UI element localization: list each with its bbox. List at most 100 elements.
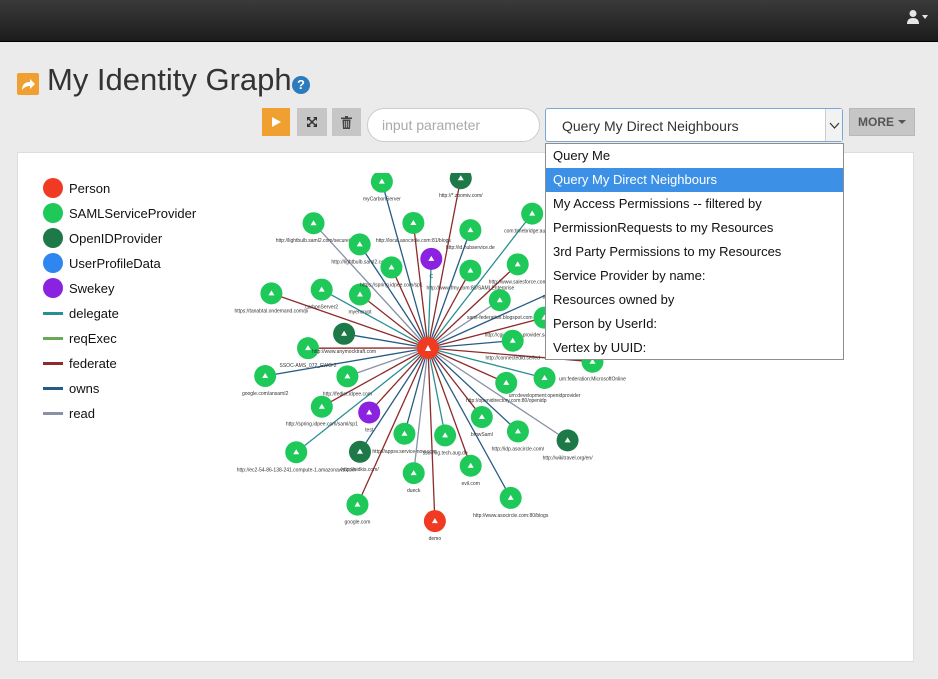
caret-down-icon [898, 120, 906, 124]
graph-node-openid[interactable]: http://www.anymocktraft.com [312, 322, 376, 355]
graph-node-openid[interactable]: http://*.zoomiv.com/ [439, 173, 483, 199]
query-option[interactable]: Query Me [546, 144, 843, 168]
graph-node-label: demo [429, 536, 442, 542]
graph-node-saml[interactable]: dueck [402, 462, 425, 494]
legend-label: Person [69, 180, 111, 196]
legend-node-swatch [43, 178, 63, 198]
legend-label: UserProfileData [69, 255, 161, 271]
graph-node-label: saml-federation.blogspot.com [467, 315, 533, 321]
query-option[interactable]: PermissionRequests to my Resources [546, 216, 843, 240]
user-icon[interactable] [907, 9, 929, 25]
graph-node-saml[interactable]: evil.com [459, 454, 482, 487]
legend-label: federate [69, 355, 117, 371]
graph-node-saml[interactable]: http://local.asocircle.com:81/blogs [376, 211, 452, 244]
legend-label: Swekey [69, 280, 115, 296]
query-select-value: Query My Direct Neighbours [562, 118, 739, 134]
chevron-down-icon[interactable] [825, 109, 842, 141]
query-option[interactable]: Person by UserId: [546, 312, 843, 336]
graph-node-label: evil.com [462, 481, 480, 487]
graph-node-label: myCarbonServer [363, 197, 401, 203]
graph-node-label: http://appsv.service-now.com [372, 449, 436, 455]
run-query-button[interactable] [262, 108, 290, 136]
query-option[interactable]: Query My Direct Neighbours [546, 168, 843, 192]
legend-item: federate [43, 353, 117, 373]
graph-node-label: dueck [407, 488, 421, 494]
legend-edge-swatch [43, 411, 63, 415]
more-button[interactable]: MORE [849, 108, 915, 136]
graph-node-label: https://tanabtal.ondemand.com/pi [234, 308, 308, 314]
query-option[interactable]: Service Provider by name: [546, 264, 843, 288]
page-title: My Identity Graph [47, 62, 292, 97]
legend-item: owns [43, 378, 99, 398]
fullscreen-button[interactable] [297, 108, 327, 136]
legend-item: reqExec [43, 328, 117, 348]
graph-edge [427, 299, 501, 349]
query-option[interactable]: My Access Permissions -- filtered by [546, 192, 843, 216]
legend-item: SAMLServiceProvider [43, 203, 196, 223]
graph-node-saml[interactable]: bmwSaml [470, 406, 493, 438]
query-dropdown-list: Query Me Query My Direct Neighbours My Acc… [545, 143, 844, 360]
graph-node-label: http://connectedid.se/fed [485, 356, 540, 362]
graph-node-label: http://www.asocircle.com:80/blogs [473, 513, 549, 519]
legend-label: OpenIDProvider [69, 230, 163, 246]
top-navbar [0, 0, 938, 42]
graph-node-label: http://local.asocircle.com:81/blogs [376, 238, 452, 244]
graph-node-label: http://*.zoomiv.com/ [439, 193, 483, 199]
graph-node-swekey[interactable]: test [358, 401, 381, 433]
legend-item: delegate [43, 303, 119, 323]
query-option[interactable]: 3rd Party Permissions to my Resources [546, 240, 843, 264]
query-select[interactable]: Query My Direct Neighbours [545, 108, 843, 142]
graph-node-label: http://spring.idpee.com/saml/sp1 [286, 422, 358, 428]
graph-node-saml[interactable]: http://ec2-54-86-138-241.compute-1.amazo… [237, 441, 356, 473]
graph-node-openid[interactable]: http://wikitravel.org/en/ [543, 429, 594, 461]
fullscreen-icon [307, 117, 317, 127]
legend-label: read [69, 405, 96, 421]
graph-node-saml[interactable]: http://www.asocircle.com:80/blogs [473, 486, 549, 519]
legend-label: owns [69, 380, 100, 396]
legend-edge-swatch [43, 311, 63, 315]
graph-node-label: http://ec2-54-86-138-241.compute-1.amazo… [237, 467, 356, 473]
legend-item: UserProfileData [43, 253, 161, 273]
graph-edge [359, 293, 429, 349]
graph-node-label: SSOC-AMS_072_EWG-2 [280, 363, 337, 369]
play-icon [272, 117, 281, 127]
graph-node-saml[interactable]: http://lightbulb.saml2.com/secureit [276, 212, 352, 244]
graph-node-label: http://openidirectory.com:80/openidp [466, 398, 547, 404]
graph-node-label: carbonServer2 [305, 305, 338, 311]
graph-node-label: http://idp.asocircle.com/ [492, 446, 545, 452]
legend-item: OpenIDProvider [43, 228, 162, 248]
graph-edge [427, 347, 436, 522]
graph-node-saml[interactable]: https://tanabtal.ondemand.com/pi [234, 282, 308, 314]
query-option[interactable]: Resources owned by [546, 288, 843, 312]
graph-node-saml[interactable]: google.com [345, 493, 371, 526]
graph-node-label: google.com [345, 520, 371, 526]
trash-icon [341, 115, 352, 129]
graph-node-saml[interactable]: http://idp.asocircle.com/ [492, 420, 545, 452]
clear-graph-button[interactable] [332, 108, 361, 136]
graph-node-label: http://wikitravel.org/en/ [543, 455, 594, 461]
graph-edge [427, 347, 483, 418]
help-icon[interactable]: ? [292, 76, 310, 94]
graph-node-saml[interactable]: carbonServer2 [305, 278, 338, 311]
graph-node-label: urn:federation:MicrosoftOnline [559, 377, 626, 383]
graph-node-saml[interactable]: http://id.hubservice.de [446, 219, 495, 251]
legend-node-swatch [43, 228, 63, 248]
legend-edge-swatch [43, 386, 63, 390]
graph-node-label: http://id.hubservice.de [446, 245, 495, 251]
graph-node-person-center[interactable] [417, 337, 439, 359]
input-parameter-field[interactable] [367, 108, 540, 142]
graph-node-saml[interactable]: myCarbonServer [363, 173, 401, 203]
legend-edge-swatch [43, 336, 63, 340]
graph-node-saml[interactable]: http://appsv.service-now.com [372, 422, 437, 455]
legend-node-swatch [43, 203, 63, 223]
graph-node-label: test [365, 427, 374, 433]
legend-label: reqExec [69, 330, 117, 346]
graph-node-person[interactable]: demo [423, 510, 446, 542]
graph-node-label: http://www.anymocktraft.com [312, 349, 376, 355]
share-arrow-icon [17, 73, 39, 95]
query-option[interactable]: Vertex by UUID: [546, 336, 843, 360]
graph-node-saml[interactable]: google.com/ansamI2 [242, 365, 289, 397]
graph-node-label: http://lightbulb.saml2.com [331, 259, 388, 265]
graph-node-swekey[interactable]: C [420, 247, 443, 280]
legend-node-swatch [43, 253, 63, 273]
